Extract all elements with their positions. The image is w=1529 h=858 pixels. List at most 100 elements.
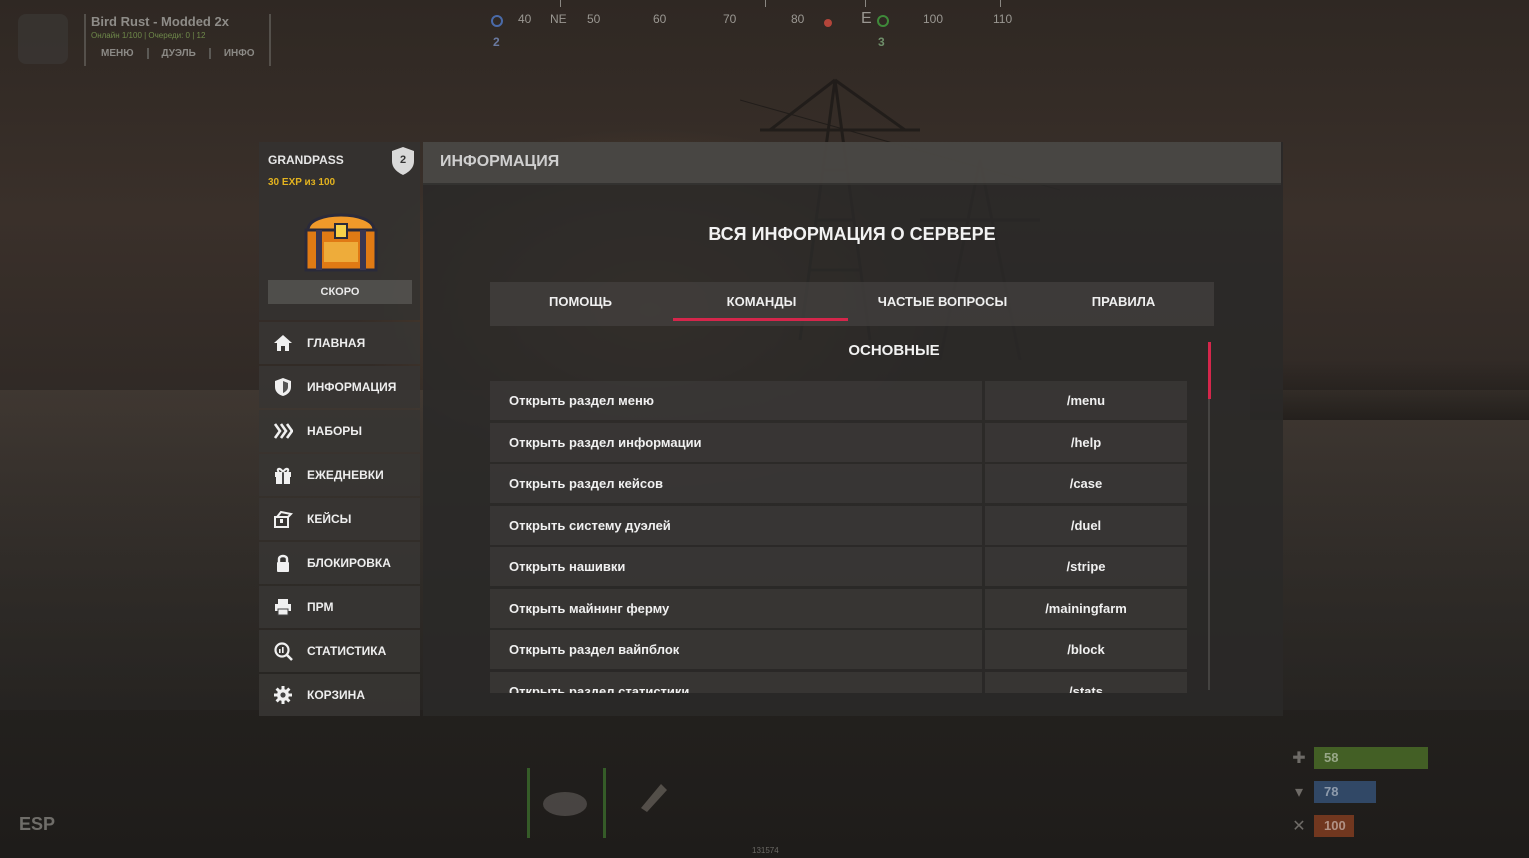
compass-label: 100 [923,12,944,26]
sidebar-item-stats[interactable]: СТАТИСТИКА [259,630,420,672]
table-row: Открыть раздел вайпблок /block [490,630,1187,669]
sidebar-item-label: БЛОКИРОВКА [307,556,391,570]
command-name: /menu [985,381,1187,420]
health-stat: ✚ 58 [1290,747,1428,769]
command-description: Открыть систему дуэлей [490,505,982,545]
command-name: /duel [985,505,1187,545]
rock-item-icon [543,792,587,816]
server-logo [18,14,68,64]
hotbar-condition-bar [603,768,606,838]
commands-subheading: ОСНОВНЫЕ [848,342,940,359]
compass-label: E [861,10,872,27]
command-name: /stripe [985,547,1187,586]
torch-item-icon [641,784,667,812]
sidebar-item-cart[interactable]: КОРЗИНА [259,674,420,716]
command-description: Открыть раздел вайпблок [490,630,982,669]
health-cross-icon: ✚ [1292,750,1306,767]
server-title: Bird Rust - Modded 2x [91,14,229,29]
marker-dot-icon [824,19,832,27]
table-row: Открыть раздел меню /menu [490,381,1187,420]
sidebar: GRANDPASS 30 EXP из 100 2 СКОРО ГЛАВНАЯ [259,142,420,716]
food-stat: ✕ 100 [1290,815,1354,837]
kits-icon [273,421,293,441]
hotbar-slot[interactable] [603,768,679,838]
food-fork-icon: ✕ [1292,818,1306,835]
command-name: /case [985,464,1187,503]
compass-tick [865,0,866,7]
info-panel: ИНФОРМАЦИЯ ВСЯ ИНФОРМАЦИЯ О СЕРВЕРЕ ПОМО… [423,142,1283,716]
command-name: /block [985,630,1187,669]
background-trees [1250,360,1529,420]
compass-tick [560,0,561,7]
sidebar-item-label: ГЛАВНАЯ [307,336,366,350]
coords-readout: 131574 [752,846,779,855]
map-marker-icon [877,15,889,27]
server-link-info[interactable]: ИНФО [208,48,268,59]
server-stats: Онлайн 1/100 | Очереди: 0 | 12 [91,31,206,40]
sidebar-item-label: ИНФОРМАЦИЯ [307,380,397,394]
tab-rules[interactable]: ПРАВИЛА [1033,282,1214,326]
compass: 40 NE 50 60 70 80 E 100 110 2 3 [480,0,1040,50]
compass-tick [765,0,766,7]
sidebar-item-main[interactable]: ГЛАВНАЯ [259,322,420,364]
compass-label: 70 [723,12,737,26]
compass-tick [1000,0,1001,7]
tab-faq[interactable]: ЧАСТЫЕ ВОПРОСЫ [852,282,1033,326]
case-icon [273,509,293,529]
compass-label: 60 [653,12,667,26]
tab-commands[interactable]: КОМАНДЫ [671,282,852,326]
table-row: Открыть майнинг ферму /mainingfarm [490,588,1187,628]
sidebar-item-label: СТАТИСТИКА [307,644,387,658]
server-link-duel[interactable]: ДУЭЛЬ [146,48,209,59]
sidebar-item-label: НАБОРЫ [307,424,363,438]
sidebar-item-kits[interactable]: НАБОРЫ [259,410,420,452]
shield-icon [273,377,293,397]
divider [84,14,86,66]
compass-label: NE [550,12,567,26]
hotbar-slot[interactable] [527,768,603,838]
lock-icon [273,553,293,573]
water-value: 78 [1314,781,1376,803]
water-stat: ▾ 78 [1290,781,1376,803]
command-description: Открыть майнинг ферму [490,588,982,628]
pass-level: 2 [399,154,407,166]
sidebar-item-prm[interactable]: ПРМ [259,586,420,628]
sidebar-item-label: КЕЙСЫ [307,512,352,526]
sidebar-item-cases[interactable]: КЕЙСЫ [259,498,420,540]
esp-label: ESP [19,814,56,834]
divider [269,14,271,66]
soon-button[interactable]: СКОРО [268,280,412,304]
sidebar-item-block[interactable]: БЛОКИРОВКА [259,542,420,584]
compass-label: 50 [587,12,601,26]
compass-label: 110 [993,12,1013,26]
gear-icon [273,685,293,705]
pass-title: GRANDPASS [268,153,344,167]
commands-list: Открыть раздел меню /menu Открыть раздел… [490,381,1187,693]
water-cup-icon: ▾ [1294,784,1304,801]
sidebar-item-label: КОРЗИНА [307,688,365,702]
marker-distance: 3 [878,35,885,49]
sidebar-item-info[interactable]: ИНФОРМАЦИЯ [259,366,420,408]
tab-help[interactable]: ПОМОЩЬ [490,282,671,326]
table-row: Открыть систему дуэлей /duel [490,505,1187,545]
server-link-menu[interactable]: МЕНЮ [91,48,147,59]
sidebar-item-daily[interactable]: ЕЖЕДНЕВКИ [259,454,420,496]
section-title: ВСЯ ИНФОРМАЦИЯ О СЕРВЕРЕ [708,224,996,244]
table-row: Открыть нашивки /stripe [490,547,1187,586]
command-name: /mainingfarm [985,588,1187,628]
command-name: /stats [985,671,1187,693]
pass-level-badge: 2 [390,146,416,176]
panel-title: ИНФОРМАЦИЯ [440,153,560,170]
scrollbar-thumb[interactable] [1208,342,1211,399]
command-description: Открыть раздел меню [490,381,982,420]
food-value: 100 [1314,815,1354,837]
health-value: 58 [1314,747,1428,769]
map-marker-icon [491,15,503,27]
server-links: МЕНЮ ДУЭЛЬ ИНФО [91,48,268,59]
sidebar-item-label: ПРМ [307,600,334,614]
home-icon [273,333,293,353]
stats-search-icon [273,641,293,661]
command-description: Открыть нашивки [490,547,982,586]
grandpass-card[interactable]: GRANDPASS 30 EXP из 100 2 СКОРО [259,142,420,320]
panel-header: ИНФОРМАЦИЯ [423,142,1281,185]
